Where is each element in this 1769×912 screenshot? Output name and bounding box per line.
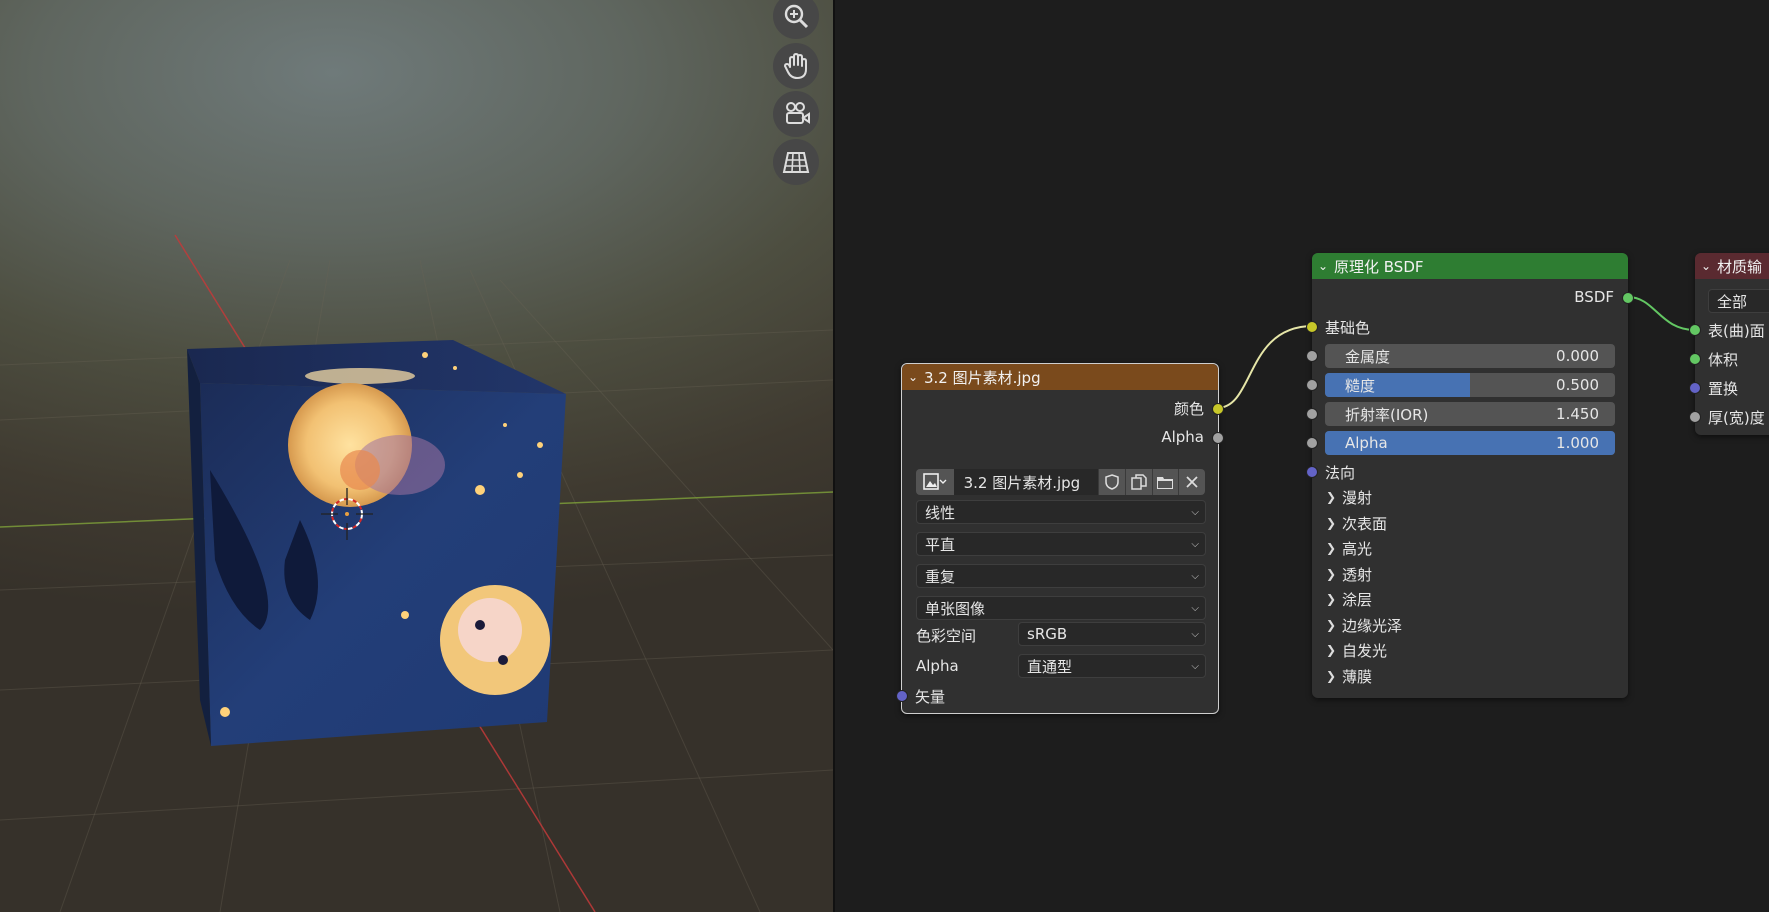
chevron-down-icon: ⌵ xyxy=(1191,570,1199,582)
extension-dropdown[interactable]: 重复 ⌵ xyxy=(916,564,1206,588)
shader-node-editor[interactable]: ⌄ 3.2 图片素材.jpg 颜色 Alpha 3.2 图片素材.jpg 线性 ⌵… xyxy=(835,0,1769,912)
duplicate-image-button[interactable] xyxy=(1124,469,1152,495)
socket-ior-in[interactable] xyxy=(1306,408,1318,420)
socket-metallic-in[interactable] xyxy=(1306,350,1318,362)
image-node-header[interactable]: ⌄ 3.2 图片素材.jpg xyxy=(902,364,1218,390)
chevron-right-icon: ❯ xyxy=(1326,643,1337,657)
displacement-label: 置换 xyxy=(1708,380,1739,398)
normal-label: 法向 xyxy=(1325,464,1356,482)
camera-view-icon xyxy=(786,102,810,124)
chevron-right-icon: ❯ xyxy=(1326,490,1337,504)
alpha-mode-label: Alpha xyxy=(916,657,959,675)
chevron-down-icon: ⌵ xyxy=(1191,602,1199,614)
image-texture-node[interactable]: ⌄ 3.2 图片素材.jpg 颜色 Alpha 3.2 图片素材.jpg 线性 ⌵… xyxy=(896,363,1224,714)
chevron-right-icon: ❯ xyxy=(1326,541,1337,555)
link-bsdf-to-surface xyxy=(1627,296,1696,331)
socket-bsdf-out[interactable] xyxy=(1622,292,1634,304)
panel-transmission[interactable]: ❯ 透射 xyxy=(1326,563,1372,585)
color-space-dropdown[interactable]: sRGB ⌵ xyxy=(1018,622,1206,646)
chevron-right-icon: ❯ xyxy=(1326,618,1337,632)
alpha-mode-dropdown[interactable]: 直通型 ⌵ xyxy=(1018,654,1206,678)
surface-label: 表(曲)面 xyxy=(1708,322,1765,340)
socket-alpha-in[interactable] xyxy=(1306,437,1318,449)
hand-pan-icon xyxy=(784,53,807,79)
image-name-field[interactable]: 3.2 图片素材.jpg xyxy=(953,469,1099,495)
image-datablock-selector: 3.2 图片素材.jpg xyxy=(916,469,1205,495)
panel-emission[interactable]: ❯ 自发光 xyxy=(1326,639,1387,661)
ortho-toggle-button[interactable] xyxy=(773,139,819,185)
socket-vector-in[interactable] xyxy=(896,690,908,702)
collapse-chevron-icon[interactable]: ⌄ xyxy=(1312,259,1334,273)
socket-thickness-in[interactable] xyxy=(1689,411,1701,423)
socket-surface-in[interactable] xyxy=(1689,324,1701,336)
socket-volume-in[interactable] xyxy=(1689,353,1701,365)
image-browse-button[interactable] xyxy=(916,469,954,495)
chevron-down-icon: ⌵ xyxy=(1191,628,1199,640)
panel-coat[interactable]: ❯ 涂层 xyxy=(1326,588,1372,610)
alpha-field[interactable]: Alpha 1.000 xyxy=(1325,431,1615,455)
chevron-right-icon: ❯ xyxy=(1326,516,1337,530)
thickness-label: 厚(宽)度 xyxy=(1708,409,1765,427)
principled-bsdf-node[interactable]: ⌄ 原理化 BSDF BSDF 基础色 金属度 0.000 糙度 0.500 折… xyxy=(1306,253,1634,698)
fake-user-button[interactable] xyxy=(1098,469,1125,495)
chevron-down-icon: ⌵ xyxy=(1191,506,1199,518)
roughness-field[interactable]: 糙度 0.500 xyxy=(1325,373,1615,397)
zoom-icon xyxy=(784,4,809,29)
image-icon xyxy=(922,473,947,490)
close-icon xyxy=(1186,476,1198,488)
output-bsdf: BSDF xyxy=(1574,288,1614,306)
bsdf-node-header[interactable]: ⌄ 原理化 BSDF xyxy=(1312,253,1628,279)
source-dropdown[interactable]: 单张图像 ⌵ xyxy=(916,596,1206,620)
copy-icon xyxy=(1130,474,1147,490)
output-alpha: Alpha xyxy=(1161,428,1204,446)
interpolation-dropdown[interactable]: 线性 ⌵ xyxy=(916,500,1206,524)
panel-thin-film[interactable]: ❯ 薄膜 xyxy=(1326,665,1372,687)
panel-diffuse[interactable]: ❯ 漫射 xyxy=(1326,486,1372,508)
panel-subsurface[interactable]: ❯ 次表面 xyxy=(1326,512,1387,534)
material-output-node[interactable]: ⌄ 材质输 全部 表(曲)面 体积 置换 厚(宽)度 xyxy=(1689,253,1769,435)
projection-dropdown[interactable]: 平直 ⌵ xyxy=(916,532,1206,556)
collapse-chevron-icon[interactable]: ⌄ xyxy=(902,370,924,384)
color-space-label: 色彩空间 xyxy=(916,627,977,645)
panel-specular[interactable]: ❯ 高光 xyxy=(1326,537,1372,559)
shield-icon xyxy=(1105,474,1119,490)
target-dropdown[interactable]: 全部 xyxy=(1708,289,1769,313)
folder-icon xyxy=(1157,477,1174,489)
image-node-title: 3.2 图片素材.jpg xyxy=(924,368,1041,387)
base-color-label: 基础色 xyxy=(1325,319,1371,337)
link-color-to-basecolor xyxy=(1216,325,1314,409)
chevron-down-icon: ⌵ xyxy=(1191,538,1199,550)
volume-label: 体积 xyxy=(1708,351,1739,369)
output-node-title: 材质输 xyxy=(1717,257,1763,276)
bsdf-node-title: 原理化 BSDF xyxy=(1334,257,1424,276)
metallic-field[interactable]: 金属度 0.000 xyxy=(1325,344,1615,368)
socket-roughness-in[interactable] xyxy=(1306,379,1318,391)
3d-viewport[interactable] xyxy=(0,0,833,912)
socket-basecolor-in[interactable] xyxy=(1306,321,1318,333)
socket-normal-in[interactable] xyxy=(1306,466,1318,478)
open-image-button[interactable] xyxy=(1151,469,1179,495)
pan-button[interactable] xyxy=(773,43,819,89)
chevron-right-icon: ❯ xyxy=(1326,592,1337,606)
panel-sheen[interactable]: ❯ 边缘光泽 xyxy=(1326,614,1402,636)
socket-color-out[interactable] xyxy=(1212,403,1224,415)
output-node-header[interactable]: ⌄ 材质输 xyxy=(1695,253,1769,279)
chevron-right-icon: ❯ xyxy=(1326,669,1337,683)
chevron-down-icon: ⌵ xyxy=(1191,660,1199,672)
chevron-right-icon: ❯ xyxy=(1326,567,1337,581)
viewport-scene xyxy=(0,234,833,912)
collapse-chevron-icon[interactable]: ⌄ xyxy=(1695,259,1717,273)
camera-view-button[interactable] xyxy=(773,91,819,137)
socket-alpha-out[interactable] xyxy=(1212,432,1224,444)
unlink-image-button[interactable] xyxy=(1178,469,1205,495)
socket-displacement-in[interactable] xyxy=(1689,382,1701,394)
grid-ortho-icon xyxy=(782,152,810,173)
ior-field[interactable]: 折射率(IOR) 1.450 xyxy=(1325,402,1615,426)
vector-input-label: 矢量 xyxy=(915,688,946,706)
